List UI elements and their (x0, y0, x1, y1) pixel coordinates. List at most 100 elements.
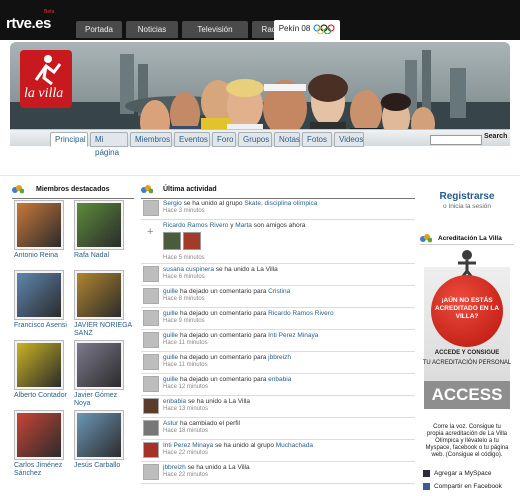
share-label: Compartir en Facebook (434, 483, 502, 491)
activity-link[interactable]: Marta (235, 222, 252, 229)
community-icon (420, 234, 433, 243)
activity-link[interactable]: Astur (163, 420, 178, 427)
register-link[interactable]: Registrarse (420, 191, 514, 202)
member-photo-image (17, 343, 61, 387)
member-card[interactable]: Alberto Contador (14, 340, 74, 400)
activity-avatar[interactable] (143, 442, 159, 458)
member-photo[interactable] (74, 200, 124, 250)
share-link[interactable]: Agregar a MySpace (423, 470, 491, 477)
member-photo[interactable] (14, 200, 64, 250)
activity-link[interactable]: guille (163, 332, 178, 339)
share-link[interactable]: Compartir en Facebook (423, 483, 502, 490)
activity-avatar[interactable] (143, 200, 159, 216)
activity-title: Última actividad (163, 186, 217, 193)
la-villa-logo[interactable]: la villa (20, 50, 72, 108)
activity-text: Ricardo Ramos Rivero y Marta son amigos … (163, 221, 305, 230)
members-title: Miembros destacados (36, 186, 110, 193)
member-card[interactable]: Francisco Asensi (14, 270, 74, 330)
top-tab-label: Pekín 08 (278, 24, 311, 33)
tab-foro[interactable]: Foro (212, 132, 236, 147)
member-photo[interactable] (14, 410, 64, 460)
member-name[interactable]: Antonio Reina (14, 252, 74, 260)
tab-fotos[interactable]: Fotos (302, 132, 332, 147)
activity-avatar[interactable] (143, 310, 159, 326)
accreditation-promo[interactable]: Acreditación La Villa ¡AÚN NO ESTÁS ACRE… (420, 233, 514, 413)
activity-item: guille ha dejado un comentario para Rica… (141, 308, 415, 330)
myspace-icon (423, 470, 430, 477)
member-name[interactable]: Carlos Jiménez Sánchez (14, 462, 74, 478)
member-name[interactable]: Jesús Carballo (74, 462, 134, 470)
member-card[interactable]: JAVIER NORIEGA SANZ (74, 270, 134, 338)
tab-miembros[interactable]: Miembros (130, 132, 172, 147)
activity-link[interactable]: enbabia (163, 398, 186, 405)
access-button[interactable]: ACCESS (424, 381, 510, 409)
activity-text-part: se ha unido al grupo (213, 442, 276, 449)
friend-photo[interactable] (163, 232, 181, 250)
member-card[interactable]: Jesús Carballo (74, 410, 134, 470)
tab-grupos[interactable]: Grupos (238, 132, 272, 147)
activity-link[interactable]: Ricardo Ramos Rivero (163, 222, 228, 229)
activity-avatar[interactable] (143, 420, 159, 436)
member-name[interactable]: Alberto Contador (14, 392, 74, 400)
activity-link[interactable]: guille (163, 376, 178, 383)
activity-avatar[interactable] (143, 266, 159, 282)
member-card[interactable]: Carlos Jiménez Sánchez (14, 410, 74, 478)
activity-avatar[interactable] (143, 332, 159, 348)
activity-link[interactable]: guille (163, 288, 178, 295)
member-card[interactable]: Rafa Nadal (74, 200, 134, 260)
activity-link[interactable]: Ricardo Ramos Rivero (268, 310, 333, 317)
rtve-logo[interactable]: rtve.es Beta (6, 9, 54, 32)
activity-avatar[interactable] (143, 288, 159, 304)
activity-text-part: ha dejado un comentario para (178, 288, 269, 295)
top-bar: rtve.es Beta Portada Noticias Televisión Rad… (0, 0, 520, 40)
member-card[interactable]: Antonio Reina (14, 200, 74, 260)
activity-item: Inti Perez Minaya se ha unido al grupo M… (141, 440, 415, 462)
activity-link[interactable]: Inti Perez Minaya (268, 332, 318, 339)
member-photo[interactable] (74, 340, 124, 390)
member-name[interactable]: Rafa Nadal (74, 252, 134, 260)
tab-eventos[interactable]: Eventos (174, 132, 210, 147)
top-tab-portada[interactable]: Portada (76, 21, 122, 38)
activity-time: Hace 11 minutos (163, 362, 208, 368)
member-name[interactable]: Francisco Asensi (14, 322, 74, 330)
tab-mi-p-gina[interactable]: Mi página (90, 132, 128, 157)
activity-link[interactable]: jbbreizh (163, 464, 186, 471)
login-link[interactable]: o Inicia la sesión (420, 203, 514, 210)
activity-avatar[interactable] (143, 376, 159, 392)
promo-description: Corre la voz. Consigue tu propia acredit… (425, 424, 509, 458)
member-photo[interactable] (74, 410, 124, 460)
top-tab-televisi-n[interactable]: Televisión (182, 21, 248, 38)
search-button[interactable]: Search (484, 133, 507, 140)
activity-avatar[interactable] (143, 464, 159, 480)
top-tab-noticias[interactable]: Noticias (126, 21, 178, 38)
member-name[interactable]: JAVIER NORIEGA SANZ (74, 322, 134, 338)
tab-notas[interactable]: Notas (274, 132, 300, 147)
activity-link[interactable]: Cristina (268, 288, 290, 295)
activity-time: Hace 3 minutos (163, 208, 205, 214)
activity-avatar[interactable] (143, 398, 159, 414)
activity-link[interactable]: Muchachada (276, 442, 313, 449)
activity-link[interactable]: jbbreizh (268, 354, 291, 361)
search-input[interactable] (430, 135, 482, 145)
facebook-icon (423, 483, 430, 490)
content-divider (0, 175, 520, 176)
activity-link[interactable]: susana cuspinera (163, 266, 214, 273)
activity-item: guille ha dejado un comentario para enba… (141, 374, 415, 396)
member-name[interactable]: Javier Gómez Noya (74, 392, 134, 408)
member-photo[interactable] (74, 270, 124, 320)
activity-link[interactable]: Sergio (163, 200, 182, 207)
top-tab-pek-n-08[interactable]: Pekín 08 (274, 20, 340, 40)
tab-videos[interactable]: Videos (334, 132, 364, 147)
member-card[interactable]: Javier Gómez Noya (74, 340, 134, 408)
activity-avatar[interactable] (143, 354, 159, 370)
member-photo[interactable] (14, 270, 64, 320)
activity-link[interactable]: Inti Perez Minaya (163, 442, 213, 449)
activity-link[interactable]: guille (163, 354, 178, 361)
activity-link[interactable]: guille (163, 310, 178, 317)
member-photo[interactable] (14, 340, 64, 390)
tab-principal[interactable]: Principal (50, 132, 88, 147)
activity-link[interactable]: Skate, disciplina olímpica (244, 200, 317, 207)
friend-photo[interactable] (183, 232, 201, 250)
activity-link[interactable]: enbabia (268, 376, 291, 383)
activity-item: enbabia se ha unido a La Villa Hace 13 mi… (141, 396, 415, 418)
